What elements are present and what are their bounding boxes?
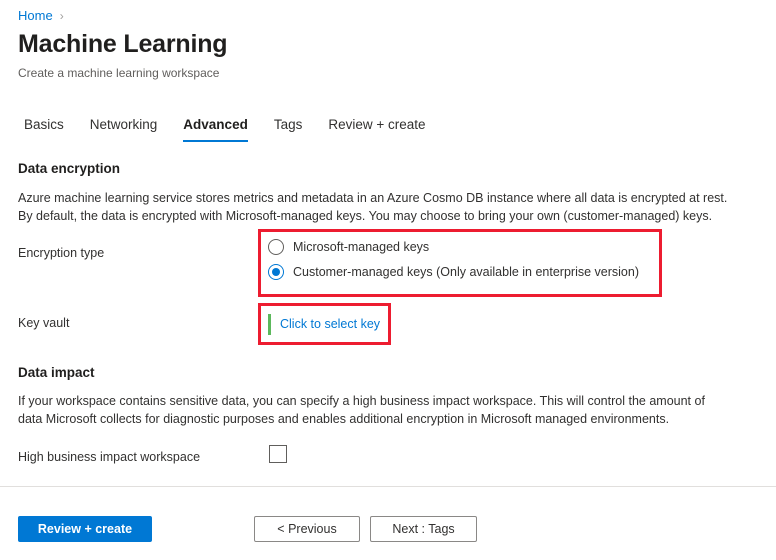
radio-selected-icon[interactable] [268, 264, 284, 280]
footer-divider [0, 486, 776, 487]
page-title: Machine Learning [18, 30, 228, 58]
key-vault-control: Click to select key [268, 312, 380, 336]
radio-unselected-icon[interactable] [268, 239, 284, 255]
previous-button[interactable]: < Previous [254, 516, 360, 542]
data-encryption-description-line-1: Azure machine learning service stores me… [18, 191, 728, 205]
data-impact-description-line-1: If your workspace contains sensitive dat… [18, 394, 705, 408]
key-vault-label: Key vault [18, 316, 70, 330]
tab-basics[interactable]: Basics [18, 116, 77, 134]
encryption-type-radio-group: Microsoft-managed keys Customer-managed … [268, 239, 639, 280]
encryption-type-label: Encryption type [18, 246, 105, 260]
breadcrumb: Home › [18, 8, 64, 24]
chevron-right-icon: › [59, 9, 64, 23]
data-impact-description-line-2: data Microsoft collects for diagnostic p… [18, 412, 670, 426]
tab-review-create[interactable]: Review + create [315, 116, 438, 134]
tab-bar: Basics Networking Advanced Tags Review +… [18, 116, 439, 146]
tab-tags[interactable]: Tags [261, 116, 316, 134]
tab-advanced[interactable]: Advanced [170, 116, 261, 142]
required-field-marker-icon [268, 313, 271, 335]
select-key-link[interactable]: Click to select key [280, 316, 380, 332]
page-subtitle: Create a machine learning workspace [18, 66, 220, 80]
section-heading-data-impact: Data impact [18, 365, 95, 380]
radio-customer-managed-keys-label: Customer-managed keys (Only available in… [293, 265, 639, 279]
high-business-impact-label: High business impact workspace [18, 450, 201, 464]
radio-customer-managed-keys[interactable]: Customer-managed keys (Only available in… [268, 264, 639, 280]
breadcrumb-item-home[interactable]: Home [18, 8, 53, 24]
radio-microsoft-managed-keys-label: Microsoft-managed keys [293, 240, 430, 254]
next-button[interactable]: Next : Tags [370, 516, 477, 542]
data-encryption-description-line-2: By default, the data is encrypted with M… [18, 209, 713, 223]
section-heading-data-encryption: Data encryption [18, 161, 121, 176]
review-create-button[interactable]: Review + create [18, 516, 152, 542]
high-business-impact-checkbox[interactable] [269, 445, 287, 463]
tab-networking[interactable]: Networking [77, 116, 171, 134]
radio-microsoft-managed-keys[interactable]: Microsoft-managed keys [268, 239, 639, 255]
